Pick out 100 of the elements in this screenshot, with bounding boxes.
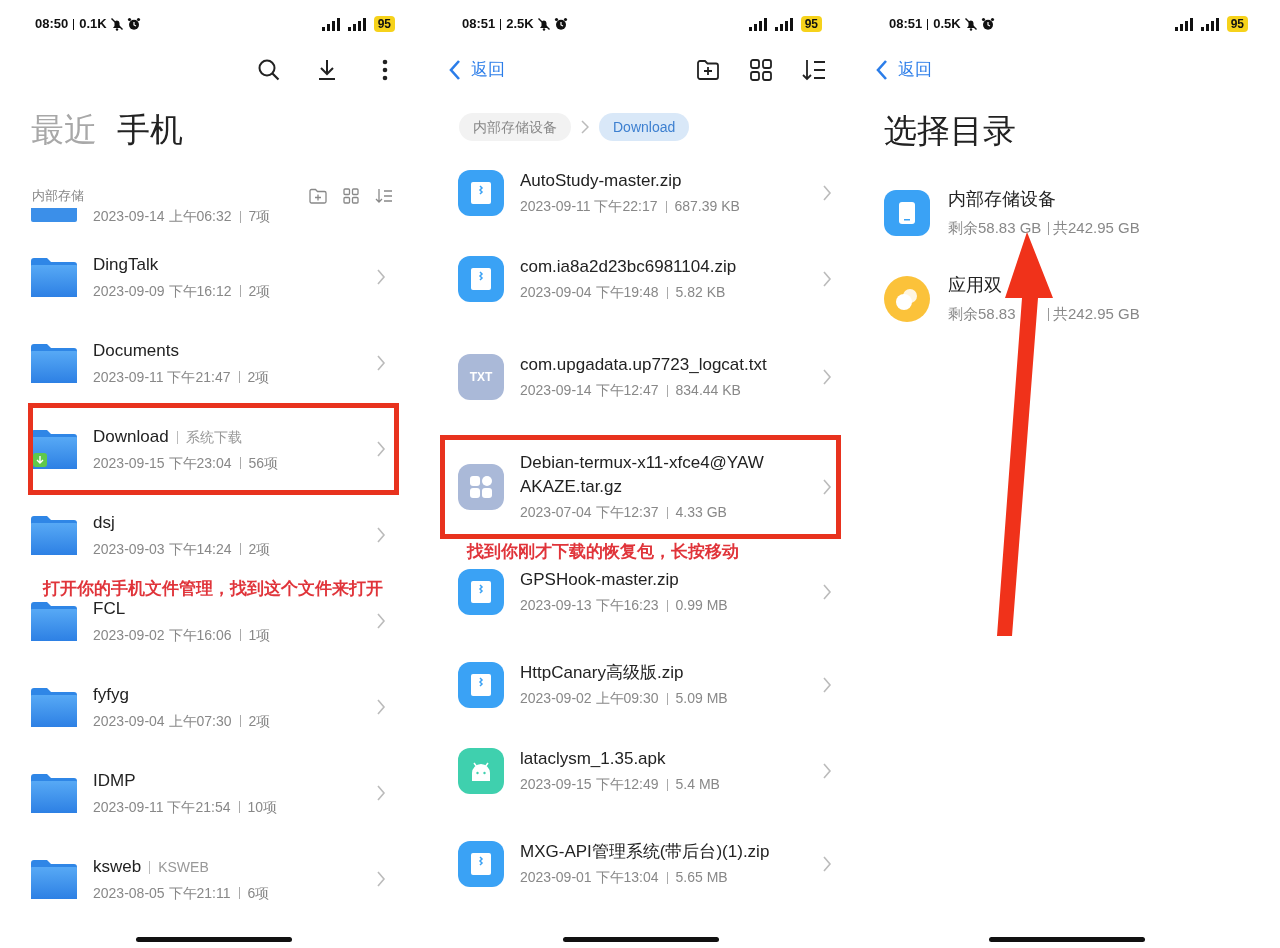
zipper-icon xyxy=(471,853,491,875)
detail-text: 6项 xyxy=(247,883,270,903)
date-text: 2023-09-14 下午12:47 xyxy=(520,381,659,400)
annotation-text: 找到你刚才下载的恢复包，长按移动 xyxy=(467,541,739,563)
file-row[interactable]: MXG-API管理系统(带后台)(1).zip 2023-09-01 下午13:04 5.65 MB xyxy=(437,814,844,914)
detail-text: 5.65 MB xyxy=(675,868,728,887)
chevron-right-icon xyxy=(822,478,832,496)
android-robot-icon xyxy=(469,761,493,781)
folder-row[interactable]: fyfyg 2023-09-04 上午07:30 2项 xyxy=(31,664,396,750)
date-text: 2023-09-11 下午22:17 xyxy=(520,197,658,216)
detail-text: 10项 xyxy=(247,797,278,817)
mute-bell-icon xyxy=(109,17,124,31)
folder-name: fyfyg xyxy=(93,684,129,707)
date-text: 2023-09-15 下午12:49 xyxy=(520,775,659,794)
file-name: com.ia8a2d23bc6981104.zip xyxy=(520,256,738,278)
zipper-icon xyxy=(471,581,491,603)
total-space-text: 共242.95 GB xyxy=(1053,218,1140,239)
new-folder-icon[interactable] xyxy=(696,59,720,81)
phone-storage-icon xyxy=(884,190,930,236)
more-icon xyxy=(382,59,388,81)
network-speed: 2.5K xyxy=(506,15,534,34)
detail-text: 0.99 MB xyxy=(675,596,728,615)
chevron-right-icon xyxy=(822,583,832,601)
zipper-icon xyxy=(471,674,491,696)
folder-row[interactable]: IDMP 2023-09-11 下午21:54 10项 xyxy=(31,750,396,836)
search-button[interactable] xyxy=(257,58,281,82)
detail-text: 2项 xyxy=(248,281,271,301)
annotation-text: 打开你的手机文件管理，找到这个文件来打开 xyxy=(43,578,383,600)
folder-tag: 系统下载 xyxy=(185,426,242,448)
breadcrumb-chevron-icon xyxy=(581,120,589,134)
chevron-right-icon xyxy=(376,870,386,888)
four-squares-icon xyxy=(470,476,492,498)
alarm-clock-icon xyxy=(980,17,995,31)
folder-row[interactable]: Download 系统下载 2023-09-15 下午23:04 56项 xyxy=(31,406,396,492)
date-text: 2023-09-04 下午19:48 xyxy=(520,283,659,302)
grid-view-icon[interactable] xyxy=(750,59,772,81)
folder-name: Download xyxy=(93,426,169,449)
folder-row[interactable]: ksweb KSWEB 2023-08-05 下午21:11 6项 xyxy=(31,836,396,922)
chevron-right-icon xyxy=(376,354,386,372)
folder-row[interactable]: DingTalk 2023-09-09 下午16:12 2项 xyxy=(31,234,396,320)
location-name: 内部存储设备 xyxy=(948,188,1057,212)
chevron-right-icon xyxy=(376,440,386,458)
date-text: 2023-08-05 下午21:11 xyxy=(93,883,231,903)
folder-icon xyxy=(31,773,77,813)
folder-tag: KSWEB xyxy=(158,856,209,878)
folder-icon xyxy=(31,859,77,899)
network-speed: 0.1K xyxy=(79,15,107,34)
date-text: 2023-09-11 下午21:47 xyxy=(93,367,231,387)
sort-icon[interactable] xyxy=(802,59,826,81)
alarm-clock-icon xyxy=(126,17,141,31)
battery-level: 95 xyxy=(373,16,395,32)
file-name: AutoStudy-master.zip xyxy=(520,170,683,192)
date-text: 2023-09-09 下午16:12 xyxy=(93,281,232,301)
date-text: 2023-09-15 下午23:04 xyxy=(93,453,232,473)
folder-row[interactable]: dsj 2023-09-03 下午14:24 2项 xyxy=(31,492,396,578)
chevron-right-icon xyxy=(376,784,386,802)
file-row[interactable]: TXT com.upgadata.up7723_logcat.txt 2023-09-14 下午12:47 834.44 KB xyxy=(437,322,844,432)
zipper-icon xyxy=(471,268,491,290)
detail-text: 2项 xyxy=(248,711,271,731)
folder-icon xyxy=(31,515,77,555)
detail-text: 1项 xyxy=(248,625,271,645)
folder-icon xyxy=(31,208,77,222)
mute-bell-icon xyxy=(536,17,551,31)
folder-row[interactable]: Documents 2023-09-11 下午21:47 2项 xyxy=(31,320,396,406)
date-text: 2023-07-04 下午12:37 xyxy=(520,503,659,522)
file-row[interactable]: AutoStudy-master.zip 2023-09-11 下午22:17 687.39 KB xyxy=(437,150,844,236)
chevron-right-icon xyxy=(822,676,832,694)
status-time: 08:50 xyxy=(35,15,69,34)
file-name: com.upgadata.up7723_logcat.txt xyxy=(520,354,768,376)
date-text: 2023-09-03 下午14:24 xyxy=(93,539,232,559)
location-name: 应用双 xyxy=(948,274,1003,298)
file-name: lataclysm_1.35.apk xyxy=(520,748,667,770)
back-button[interactable]: 返回 xyxy=(449,57,505,83)
chevron-right-icon xyxy=(822,184,832,202)
total-space-text: 共242.95 GB xyxy=(1053,304,1140,325)
date-text: 2023-09-13 下午16:23 xyxy=(520,596,659,615)
back-button[interactable]: 返回 xyxy=(876,57,932,83)
file-row[interactable]: lataclysm_1.35.apk 2023-09-15 下午12:49 5.4 MB xyxy=(437,728,844,814)
chevron-right-icon xyxy=(822,270,832,288)
network-speed: 0.5K xyxy=(933,15,961,34)
back-chevron-icon xyxy=(449,59,461,81)
file-row[interactable]: HttpCanary高级版.zip 2023-09-02 上午09:30 5.09 MB xyxy=(437,642,844,728)
folder-name: IDMP xyxy=(93,770,136,793)
detail-text: 687.39 KB xyxy=(674,197,740,216)
folder-name: Documents xyxy=(93,340,179,363)
file-row[interactable]: com.ia8a2d23bc6981104.zip 2023-09-04 下午19:48 5.82 KB xyxy=(437,236,844,322)
download-icon xyxy=(317,59,337,81)
battery-level: 95 xyxy=(1226,16,1248,32)
folder-icon xyxy=(31,343,77,383)
tab[interactable]: 手机 xyxy=(117,105,183,155)
back-chevron-icon xyxy=(876,59,888,81)
file-row[interactable]: Debian-termux-x11-xfce4@YAWAKAZE.tar.gz 2023-07-04 下午12:37 4.33 GB xyxy=(437,432,844,542)
txt-file-icon: TXT xyxy=(458,354,504,400)
date-text: 2023-09-01 下午13:04 xyxy=(520,868,659,887)
zipper-icon xyxy=(471,182,491,204)
status-time: 08:51 xyxy=(889,15,923,34)
storage-location[interactable]: 内部存储设备 剩余58.83 GB 共242.95 GB xyxy=(854,176,1280,250)
folder-icon xyxy=(31,601,77,641)
chevron-right-icon xyxy=(822,762,832,780)
date-text: 2023-09-04 上午07:30 xyxy=(93,711,232,731)
